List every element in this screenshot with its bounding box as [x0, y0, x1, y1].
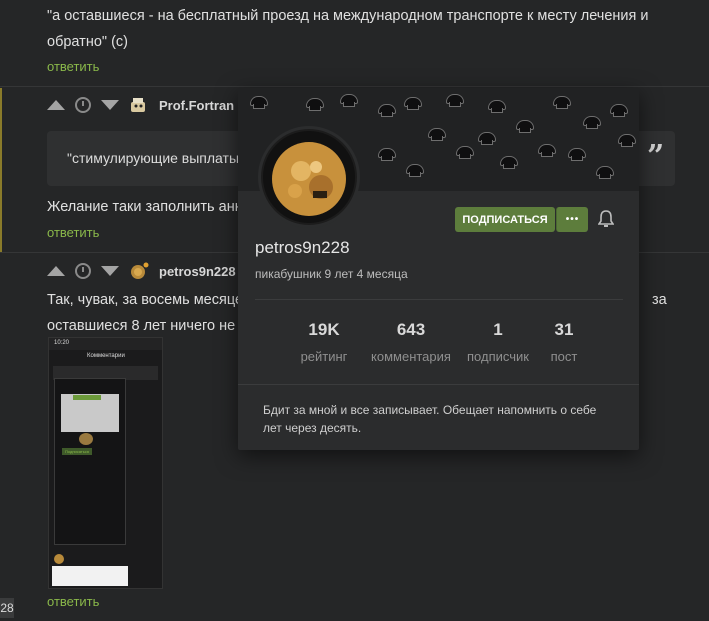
- muffin-icon: [456, 146, 474, 159]
- muffin-icon: [583, 116, 601, 129]
- muffin-icon: [406, 164, 424, 177]
- avatar[interactable]: [129, 96, 149, 114]
- profile-username[interactable]: petros9n228: [255, 238, 350, 258]
- muffin-icon: [553, 96, 571, 109]
- clock-icon: [75, 97, 91, 113]
- upvote-icon[interactable]: [47, 266, 65, 276]
- muffin-icon: [446, 94, 464, 107]
- muffin-icon: [596, 166, 614, 179]
- comment-text: "а оставшиеся - на бесплатный проезд на …: [47, 8, 649, 50]
- thread-line: [0, 88, 2, 253]
- comment-header: petros9n228: [47, 261, 236, 281]
- page-counter: 28: [0, 598, 14, 618]
- muffin-icon: [610, 104, 628, 117]
- upvote-icon[interactable]: [47, 100, 65, 110]
- muffin-icon: [404, 97, 422, 110]
- reply-link[interactable]: ответить: [47, 225, 99, 240]
- stat-rating[interactable]: 19K рейтинг: [284, 320, 364, 364]
- quote-text: "стимулирующие выплаты: [67, 150, 240, 166]
- reply-link[interactable]: ответить: [47, 59, 99, 74]
- comment-author[interactable]: Prof.Fortran: [159, 98, 234, 113]
- muffin-icon: [618, 134, 636, 147]
- downvote-icon[interactable]: [101, 100, 119, 110]
- thumbnail-subscribe: Подписаться: [62, 448, 92, 455]
- divider: [255, 299, 623, 300]
- stat-posts[interactable]: 31 пост: [529, 320, 599, 364]
- muffin-icon: [250, 96, 268, 109]
- clock-icon: [75, 263, 91, 279]
- member-since: пикабушник 9 лет 4 месяца: [255, 267, 408, 281]
- stat-subscribers[interactable]: 1 подписчик: [458, 320, 538, 364]
- bell-icon[interactable]: [598, 210, 614, 228]
- avatar[interactable]: [129, 262, 149, 280]
- profile-avatar[interactable]: [258, 126, 360, 228]
- muffin-icon: [378, 148, 396, 161]
- more-button[interactable]: •••: [556, 207, 588, 232]
- comment-text: Желание таки заполнить анк: [47, 199, 242, 215]
- reply-link[interactable]: ответить: [47, 594, 99, 609]
- comment-author[interactable]: petros9n228: [159, 264, 236, 279]
- quote-icon: ”: [647, 139, 665, 174]
- attached-image[interactable]: 10:20 Комментарии Подписаться: [48, 337, 163, 589]
- muffin-icon: [488, 100, 506, 113]
- pancake-icon: [263, 131, 355, 223]
- muffin-icon: [478, 132, 496, 145]
- profile-popup: ПОДПИСАТЬСЯ ••• petros9n228 пикабушник 9…: [238, 88, 639, 450]
- profile-bio: Бдит за мной и все записывает. Обещает н…: [263, 403, 597, 435]
- muffin-icon: [568, 148, 586, 161]
- stats-row: 19K рейтинг 643 комментария 1 подписчик …: [238, 320, 639, 370]
- muffin-icon: [340, 94, 358, 107]
- muffin-icon: [306, 98, 324, 111]
- muffin-icon: [378, 104, 396, 117]
- muffin-icon: [500, 156, 518, 169]
- muffin-icon: [538, 144, 556, 157]
- downvote-icon[interactable]: [101, 266, 119, 276]
- thumbnail-title: Комментарии: [87, 353, 125, 359]
- thumbnail-time: 10:20: [54, 340, 70, 346]
- muffin-icon: [428, 128, 446, 141]
- divider: [238, 384, 639, 385]
- subscribe-button[interactable]: ПОДПИСАТЬСЯ: [455, 207, 555, 232]
- muffin-icon: [516, 120, 534, 133]
- stat-comments[interactable]: 643 комментария: [361, 320, 461, 364]
- divider: [0, 86, 709, 87]
- comment-header: Prof.Fortran 4: [47, 95, 251, 115]
